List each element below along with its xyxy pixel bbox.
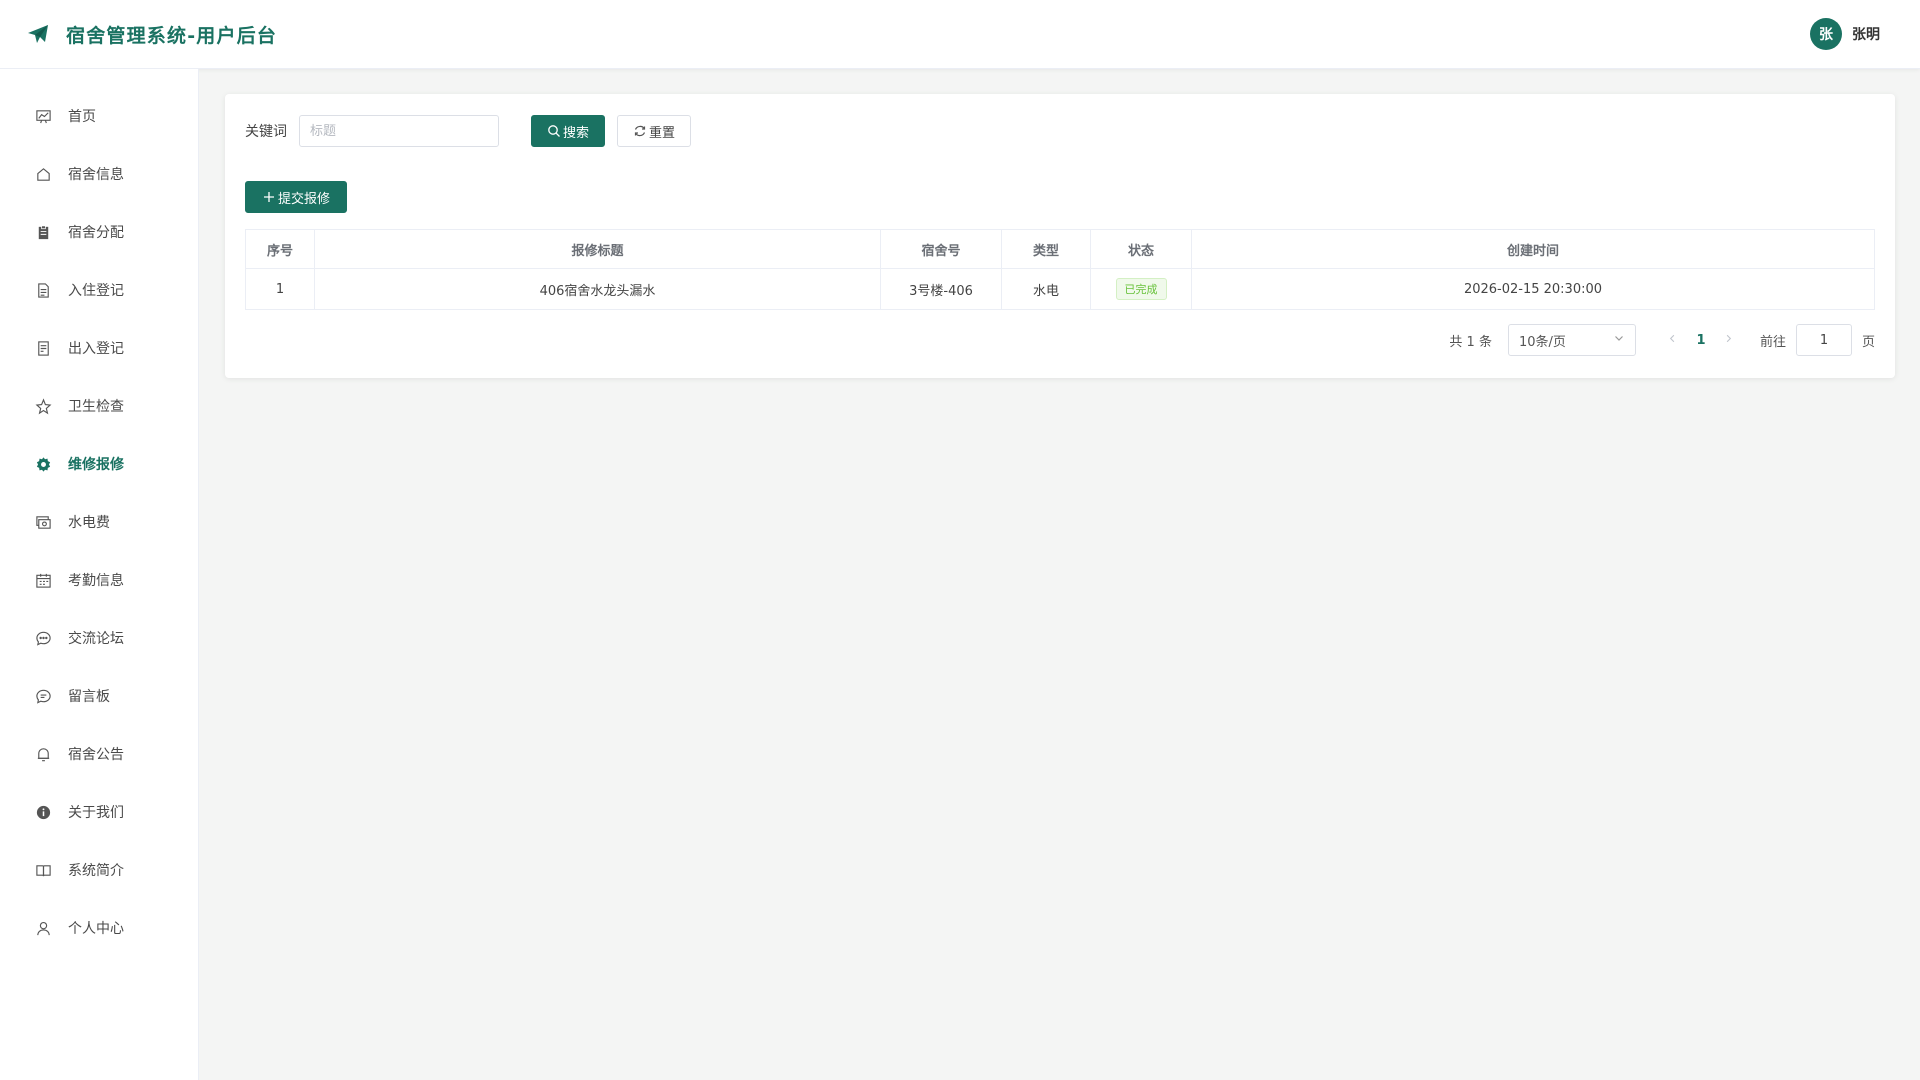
cell-type: 水电 [1001, 268, 1091, 310]
calendar-icon [34, 571, 52, 589]
column-header: 类型 [1001, 229, 1091, 269]
app-logo: 宿舍管理系统-用户后台 [26, 21, 277, 48]
chevron-right-icon [1727, 334, 1732, 343]
cell-index: 1 [245, 268, 315, 310]
money-icon [34, 513, 52, 531]
chart-line-icon [34, 107, 52, 125]
sidebar-item-utilities[interactable]: 水电费 [0, 493, 198, 551]
sidebar-item-label: 留言板 [68, 689, 110, 705]
sidebar-item-label: 维修报修 [68, 457, 124, 473]
sidebar-item-home[interactable]: 首页 [0, 87, 198, 145]
user-name[interactable]: 张明 [1852, 24, 1880, 44]
sidebar-item-forum[interactable]: 交流论坛 [0, 609, 198, 667]
reset-button-label: 重置 [648, 125, 675, 141]
pagination: 共 1 条 10条/页 1 前往 页 [1449, 324, 1875, 356]
cell-status: 已完成 [1090, 268, 1192, 310]
sidebar: 首页 宿舍信息 宿舍分配 入住登记 出入登记 卫生检查 维修报修 水电费 考勤信… [0, 69, 199, 1080]
sidebar-item-label: 宿舍分配 [68, 225, 124, 241]
column-header: 报修标题 [314, 229, 881, 269]
clipboard-icon [34, 223, 52, 241]
home-icon [34, 165, 52, 183]
chat-dots-icon [34, 629, 52, 647]
chevron-left-icon [1670, 334, 1675, 343]
refresh-icon [633, 124, 647, 138]
info-icon [34, 803, 52, 821]
sidebar-item-label: 宿舍信息 [68, 167, 124, 183]
sidebar-menu: 首页 宿舍信息 宿舍分配 入住登记 出入登记 卫生检查 维修报修 水电费 考勤信… [0, 69, 198, 957]
repair-table: 序号 报修标题 宿舍号 类型 状态 创建时间 1 406宿舍水龙头漏水 3号楼-… [245, 229, 1875, 310]
column-header: 序号 [245, 229, 315, 269]
status-badge: 已完成 [1115, 278, 1167, 300]
top-header: 宿舍管理系统-用户后台 张 张明 [0, 0, 1920, 69]
repair-list-card: 关键词 搜索 重置 提交报修 序号 报修标题 宿舍号 类型 状态 创建时间 [225, 94, 1895, 378]
sidebar-item-label: 考勤信息 [68, 573, 124, 589]
page-size-select[interactable]: 10条/页 [1507, 324, 1636, 356]
sidebar-item-label: 出入登记 [68, 341, 124, 357]
goto-page-input[interactable] [1795, 324, 1852, 356]
sidebar-item-attendance[interactable]: 考勤信息 [0, 551, 198, 609]
sidebar-item-repair[interactable]: 维修报修 [0, 435, 198, 493]
pagination-total: 共 1 条 [1449, 334, 1492, 350]
gear-icon [34, 455, 52, 473]
table-row[interactable]: 1 406宿舍水龙头漏水 3号楼-406 水电 已完成 2026-02-15 2… [245, 268, 1875, 310]
avatar[interactable]: 张 [1810, 18, 1842, 50]
sidebar-item-checkin[interactable]: 入住登记 [0, 261, 198, 319]
column-header: 创建时间 [1191, 229, 1875, 269]
search-form: 关键词 搜索 重置 [245, 115, 691, 147]
page-unit-label: 页 [1861, 334, 1875, 350]
keyword-label: 关键词 [245, 124, 287, 140]
sidebar-item-label: 宿舍公告 [68, 747, 124, 763]
tickets-icon [34, 339, 52, 357]
sidebar-item-label: 个人中心 [68, 921, 124, 937]
cell-created: 2026-02-15 20:30:00 [1191, 268, 1875, 310]
page-size-value: 10条/页 [1518, 334, 1566, 350]
prev-page-button[interactable] [1662, 332, 1684, 348]
user-menu[interactable]: 张 张明 [1810, 18, 1880, 50]
search-button[interactable]: 搜索 [531, 115, 605, 147]
sidebar-item-dorm-assign[interactable]: 宿舍分配 [0, 203, 198, 261]
search-icon [547, 124, 561, 138]
sidebar-item-profile[interactable]: 个人中心 [0, 899, 198, 957]
bell-icon [34, 745, 52, 763]
search-button-label: 搜索 [562, 125, 589, 141]
cell-room: 3号楼-406 [880, 268, 1002, 310]
paper-plane-icon [26, 22, 50, 46]
next-page-button[interactable] [1718, 332, 1740, 348]
plus-icon [262, 190, 276, 204]
sidebar-item-entry-exit[interactable]: 出入登记 [0, 319, 198, 377]
reset-button[interactable]: 重置 [617, 115, 691, 147]
cell-title: 406宿舍水龙头漏水 [314, 268, 881, 310]
star-icon [34, 397, 52, 415]
column-header: 状态 [1090, 229, 1192, 269]
book-icon [34, 861, 52, 879]
document-icon [34, 281, 52, 299]
sidebar-item-label: 水电费 [68, 515, 110, 531]
sidebar-item-label: 入住登记 [68, 283, 124, 299]
chevron-down-icon [1613, 332, 1625, 348]
sidebar-item-label: 首页 [68, 109, 96, 125]
sidebar-item-label: 关于我们 [68, 805, 124, 821]
chat-line-icon [34, 687, 52, 705]
keyword-input[interactable] [299, 115, 499, 147]
table-header-row: 序号 报修标题 宿舍号 类型 状态 创建时间 [245, 229, 1875, 269]
app-title: 宿舍管理系统-用户后台 [66, 24, 278, 47]
sidebar-item-label: 系统简介 [68, 863, 124, 879]
goto-label: 前往 [1759, 334, 1786, 350]
sidebar-item-label: 交流论坛 [68, 631, 124, 647]
sidebar-item-system-intro[interactable]: 系统简介 [0, 841, 198, 899]
sidebar-item-label: 卫生检查 [68, 399, 124, 415]
sidebar-item-dorm-info[interactable]: 宿舍信息 [0, 145, 198, 203]
submit-repair-button[interactable]: 提交报修 [245, 181, 347, 213]
user-icon [34, 919, 52, 937]
sidebar-item-notice[interactable]: 宿舍公告 [0, 725, 198, 783]
sidebar-item-hygiene[interactable]: 卫生检查 [0, 377, 198, 435]
column-header: 宿舍号 [880, 229, 1002, 269]
sidebar-item-about[interactable]: 关于我们 [0, 783, 198, 841]
sidebar-item-message-board[interactable]: 留言板 [0, 667, 198, 725]
page-number-current[interactable]: 1 [1684, 333, 1718, 348]
submit-repair-label: 提交报修 [277, 191, 330, 207]
